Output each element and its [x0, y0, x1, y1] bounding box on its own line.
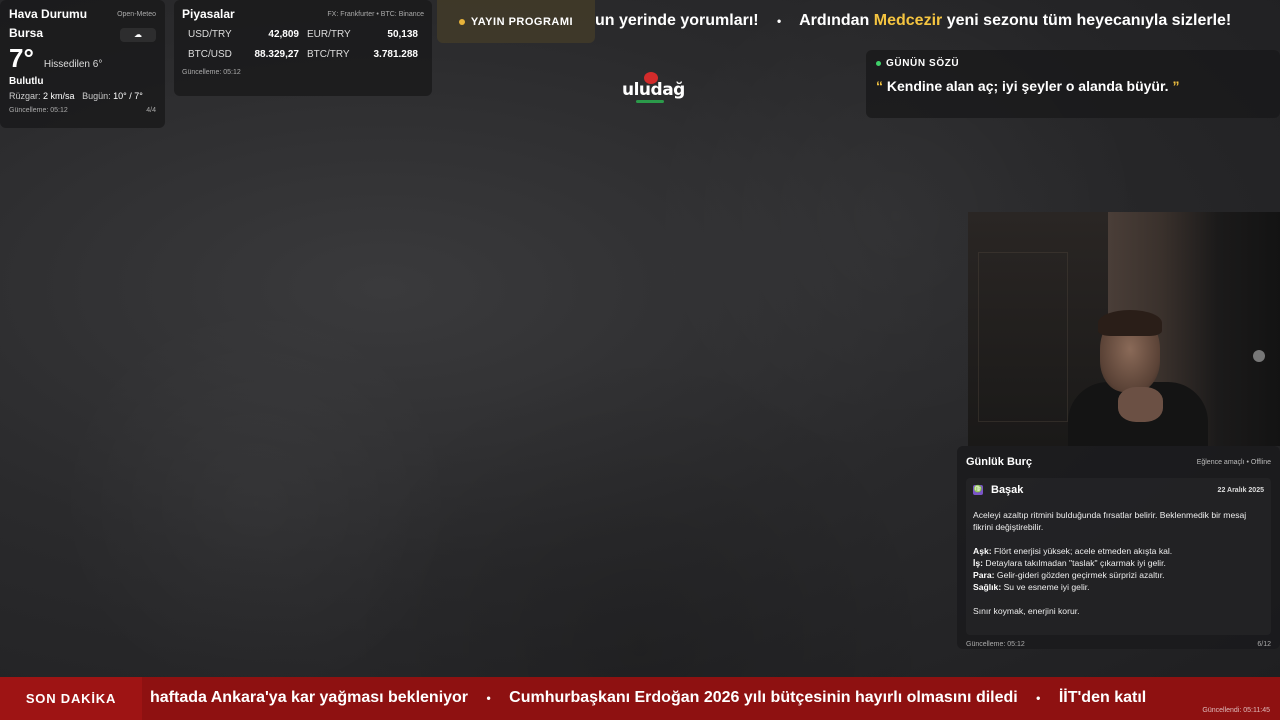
webcam-feed: [968, 212, 1280, 446]
breaking-separator: •: [486, 691, 491, 705]
market-item-usd-try: USD/TRY 42,809: [188, 29, 299, 40]
weather-feels-like: Hissedilen 6°: [43, 59, 103, 70]
horoscope-date: 22 Aralık 2025: [1217, 486, 1264, 494]
breaking-item: Cumhurbaşkanı Erdoğan 2026 yılı bütçesin…: [509, 689, 1018, 706]
webcam-background-shelf: [978, 252, 1068, 422]
market-label: USD/TRY: [188, 29, 232, 40]
quote-of-the-day: GÜNÜN SÖZÜ “ Kendine alan aç; iyi şeyler…: [866, 50, 1280, 118]
breaking-updated: Güncellendi: 05:11:45: [1202, 707, 1270, 714]
horoscope-intro: Aceleyi azaltıp ritmini bulduğunda fırsa…: [973, 510, 1247, 532]
horoscope-body: Aceleyi azaltıp ritmini bulduğunda fırsa…: [973, 509, 1264, 617]
wind-value: 2 km/sa: [43, 91, 75, 101]
work-text: Detaylara takılmadan "taslak" çıkarmak i…: [985, 558, 1166, 568]
horoscope-sign: ♍ Başak: [973, 484, 1023, 496]
money-label: Para:: [973, 570, 995, 580]
weather-condition: Bulutlu: [9, 76, 44, 87]
markets-updated: Güncelleme: 05:12: [182, 69, 241, 76]
logo-bar: [636, 100, 664, 103]
horoscope-page: 6/12: [1257, 641, 1271, 648]
breaking-news-bar: haftada Ankara'ya kar yağması bekleniyor…: [0, 677, 1280, 720]
horoscope-updated: Güncelleme: 05:12: [966, 641, 1025, 648]
breaking-news-ticker: haftada Ankara'ya kar yağması bekleniyor…: [150, 689, 1146, 707]
ticker-item-post: yeni sezonu tüm heyecanıyla sizlerle!: [946, 12, 1232, 29]
status-dot-icon: [458, 18, 465, 25]
today-label: Bugün:: [82, 91, 111, 101]
weather-wind-row: Rüzgar: 2 km/sa Bugün: 10° / 7°: [9, 91, 156, 101]
webcam-lamp: [1253, 350, 1265, 362]
market-label: BTC/USD: [188, 49, 232, 60]
work-label: İş:: [973, 558, 984, 568]
markets-title: Piyasalar: [182, 7, 235, 21]
horoscope-note: Eğlence amaçlı • Offline: [1196, 458, 1271, 466]
quote-open-mark: “: [876, 78, 883, 94]
ticker-highlight: Medcezir: [873, 12, 943, 29]
top-ticker: un yerinde yorumları! • Ardından Medcezi…: [595, 0, 1280, 44]
ticker-separator: •: [777, 14, 782, 28]
live-dot-icon: [876, 61, 881, 66]
market-label: BTC/TRY: [307, 49, 350, 60]
virgo-icon: ♍: [973, 485, 983, 495]
today-value: 10° / 7°: [113, 91, 143, 101]
weather-widget: Hava Durumu Open-Meteo Bursa ☁ 7° Hissed…: [0, 0, 165, 128]
breaking-separator: •: [1036, 691, 1041, 705]
breaking-news-label: SON DAKİKA: [0, 677, 142, 720]
love-text: Flört enerjisi yüksek; acele etmeden akı…: [994, 546, 1173, 556]
ticker-item: un yerinde yorumları!: [595, 12, 759, 29]
market-label: EUR/TRY: [307, 29, 351, 40]
broadcast-schedule-label: YAYIN PROGRAMI: [470, 15, 574, 28]
weather-page: 4/4: [146, 107, 156, 114]
channel-logo: uludağ: [620, 72, 685, 104]
market-item-btc-try: BTC/TRY 3.781.288: [307, 49, 418, 60]
ticker-item-pre: Ardından: [799, 12, 870, 29]
wind-label: Rüzgar:: [9, 91, 41, 101]
markets-widget: Piyasalar FX: Frankfurter • BTC: Binance…: [174, 0, 432, 96]
breaking-item: İİT'den katıl: [1058, 689, 1147, 706]
market-value: 50,138: [387, 29, 418, 40]
health-text: Su ve esneme iyi gelir.: [1003, 582, 1090, 592]
webcam-person-hand: [1118, 387, 1163, 422]
market-item-btc-usd: BTC/USD 88.329,27: [188, 49, 299, 60]
breaking-item: haftada Ankara'ya kar yağması bekleniyor: [150, 689, 469, 706]
quote-text: Kendine alan aç; iyi şeyler o alanda büy…: [886, 78, 1169, 94]
horoscope-closing: Sınır koymak, enerjini korur.: [973, 606, 1080, 616]
quote-label: GÜNÜN SÖZÜ: [886, 58, 960, 69]
horoscope-card: ♍ Başak 22 Aralık 2025 Aceleyi azaltıp r…: [966, 478, 1271, 635]
health-label: Sağlık:: [973, 582, 1002, 592]
horoscope-details: Aşk: Flört enerjisi yüksek; acele etmede…: [973, 545, 1264, 593]
weather-updated: Güncelleme: 05:12: [9, 107, 68, 114]
money-text: Gelir-gideri gözden geçirmek sürprizi az…: [996, 570, 1165, 580]
weather-temperature: 7°: [9, 43, 34, 73]
love-label: Aşk:: [973, 546, 992, 556]
markets-source: FX: Frankfurter • BTC: Binance: [327, 10, 424, 18]
market-value: 42,809: [268, 29, 299, 40]
webcam-person-hair: [1098, 310, 1162, 336]
daily-horoscope: Günlük Burç Eğlence amaçlı • Offline ♍ B…: [957, 446, 1280, 649]
horoscope-sign-name: Başak: [991, 484, 1024, 496]
market-value: 88.329,27: [254, 49, 300, 60]
weather-title: Hava Durumu: [9, 7, 88, 21]
quote-text-row: “ Kendine alan aç; iyi şeyler o alanda b…: [876, 78, 1270, 94]
market-item-eur-try: EUR/TRY 50,138: [307, 29, 418, 40]
broadcast-schedule-badge: YAYIN PROGRAMI: [437, 0, 595, 43]
market-value: 3.781.288: [373, 49, 419, 60]
horoscope-title: Günlük Burç: [966, 456, 1033, 468]
logo-text: uludağ: [622, 80, 685, 100]
quote-close-mark: ”: [1172, 78, 1180, 94]
weather-source: Open-Meteo: [117, 10, 156, 18]
cloud-icon: ☁: [120, 28, 156, 42]
